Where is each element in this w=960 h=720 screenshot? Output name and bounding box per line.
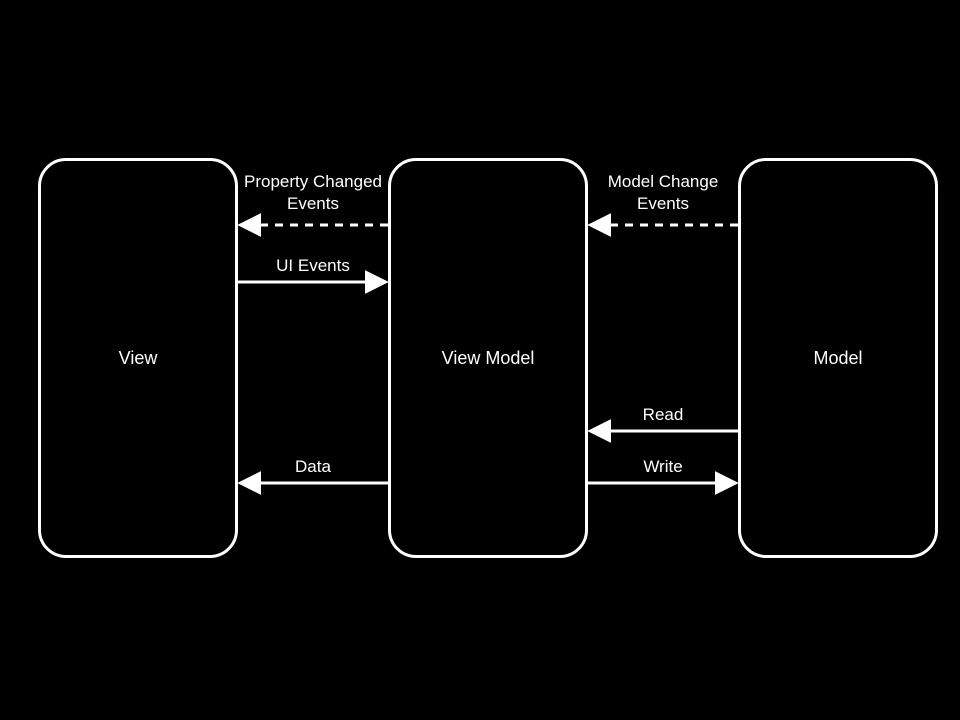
node-model: Model — [738, 158, 938, 558]
label-read: Read — [588, 404, 738, 426]
label-model-change: Model Change Events — [588, 171, 738, 215]
label-write: Write — [588, 456, 738, 478]
label-data: Data — [238, 456, 388, 478]
node-model-label: Model — [813, 348, 862, 369]
node-view-model: View Model — [388, 158, 588, 558]
node-view-label: View — [119, 348, 158, 369]
node-view-model-label: View Model — [442, 348, 535, 369]
node-view: View — [38, 158, 238, 558]
label-property-changed: Property Changed Events — [238, 171, 388, 215]
label-ui-events: UI Events — [238, 255, 388, 277]
